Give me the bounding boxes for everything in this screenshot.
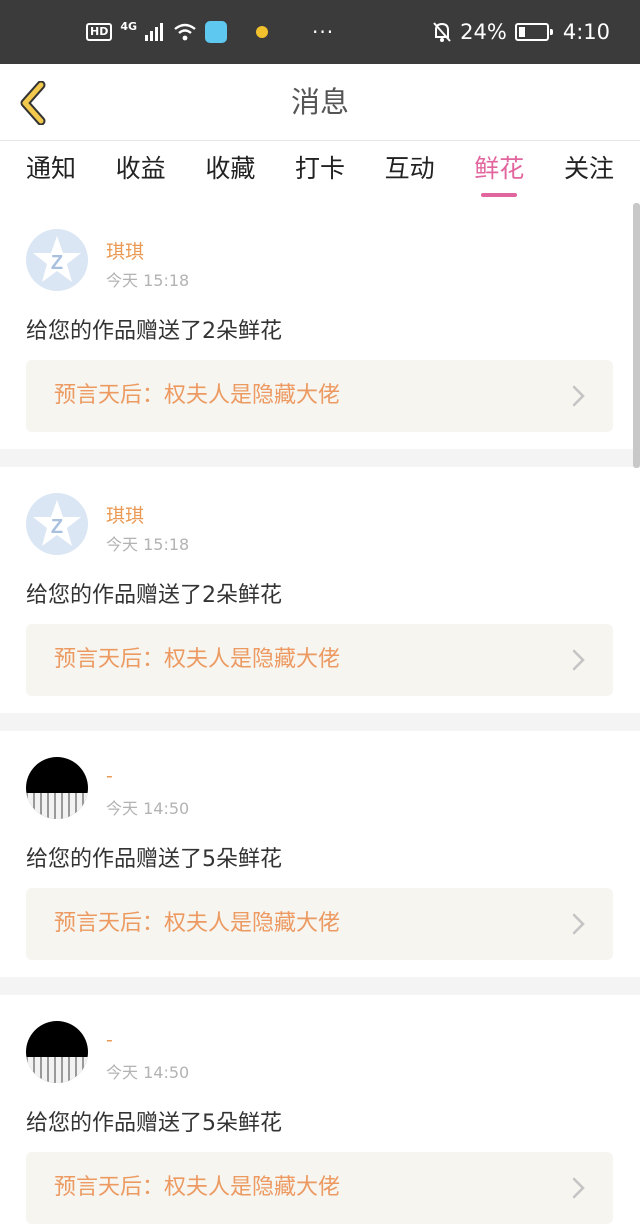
tab-bar: 通知 收益 收藏 打卡 互动 鲜花 关注 bbox=[0, 141, 640, 203]
work-link[interactable]: 预言天后：权夫人是隐藏大佬 bbox=[26, 1152, 613, 1224]
message-time: 今天 14:50 bbox=[106, 799, 190, 818]
signal-label: 4G bbox=[120, 20, 138, 33]
signal-icon bbox=[145, 23, 164, 41]
mute-bell-icon bbox=[433, 22, 451, 42]
avatar[interactable]: Z bbox=[26, 229, 88, 291]
tab-follow[interactable]: 关注 bbox=[564, 141, 614, 203]
nav-bar: 消息 bbox=[0, 64, 640, 141]
chevron-right-icon bbox=[572, 385, 585, 407]
bulb-icon bbox=[256, 0, 268, 64]
default-avatar-star-icon: Z bbox=[33, 236, 81, 282]
message-time: 今天 14:50 bbox=[106, 1063, 190, 1082]
page-title: 消息 bbox=[290, 85, 349, 119]
avatar[interactable]: Z bbox=[26, 493, 88, 555]
chevron-right-icon bbox=[572, 649, 585, 671]
message-card: - 今天 14:50 给您的作品赠送了5朵鲜花 预言天后：权夫人是隐藏大佬 bbox=[0, 995, 640, 1228]
message-text: 给您的作品赠送了5朵鲜花 bbox=[26, 1111, 282, 1136]
hd-badge: HD bbox=[86, 23, 113, 41]
user-name[interactable]: - bbox=[106, 765, 113, 787]
tab-favorites[interactable]: 收藏 bbox=[205, 141, 255, 203]
work-link[interactable]: 预言天后：权夫人是隐藏大佬 bbox=[26, 360, 613, 432]
message-card: - 今天 14:50 给您的作品赠送了5朵鲜花 预言天后：权夫人是隐藏大佬 bbox=[0, 731, 640, 977]
work-title: 预言天后：权夫人是隐藏大佬 bbox=[54, 647, 341, 672]
tab-flowers[interactable]: 鲜花 bbox=[474, 141, 524, 203]
chevron-right-icon bbox=[572, 913, 585, 935]
work-title: 预言天后：权夫人是隐藏大佬 bbox=[54, 911, 341, 936]
battery-icon bbox=[514, 23, 553, 41]
tab-interaction[interactable]: 互动 bbox=[385, 141, 435, 203]
avatar-photo-image bbox=[26, 793, 88, 819]
avatar[interactable] bbox=[26, 1021, 88, 1083]
status-left: HD 4G bbox=[86, 0, 228, 64]
clock: 4:10 bbox=[562, 20, 610, 44]
avatar-photo-image bbox=[26, 1057, 88, 1083]
app-notification-icon bbox=[205, 21, 228, 43]
message-card: Z 琪琪 今天 15:18 给您的作品赠送了2朵鲜花 预言天后：权夫人是隐藏大佬 bbox=[0, 203, 640, 449]
status-right: 24% 4:10 bbox=[432, 0, 610, 64]
tab-notice[interactable]: 通知 bbox=[26, 141, 76, 203]
battery-percent: 24% bbox=[460, 20, 507, 44]
work-title: 预言天后：权夫人是隐藏大佬 bbox=[54, 1175, 341, 1200]
work-title: 预言天后：权夫人是隐藏大佬 bbox=[54, 383, 341, 408]
status-bar: HD 4G ··· 24% 4:10 bbox=[0, 0, 640, 64]
svg-text:Z: Z bbox=[51, 516, 63, 538]
work-link[interactable]: 预言天后：权夫人是隐藏大佬 bbox=[26, 624, 613, 696]
more-notifications-icon: ··· bbox=[312, 20, 335, 44]
chevron-right-icon bbox=[572, 1177, 585, 1199]
svg-text:Z: Z bbox=[51, 252, 63, 274]
avatar[interactable] bbox=[26, 757, 88, 819]
work-link[interactable]: 预言天后：权夫人是隐藏大佬 bbox=[26, 888, 613, 960]
user-name[interactable]: 琪琪 bbox=[106, 501, 144, 528]
message-time: 今天 15:18 bbox=[106, 535, 190, 554]
message-text: 给您的作品赠送了2朵鲜花 bbox=[26, 319, 282, 344]
message-text: 给您的作品赠送了5朵鲜花 bbox=[26, 847, 282, 872]
tab-checkin[interactable]: 打卡 bbox=[295, 141, 345, 203]
message-card: Z 琪琪 今天 15:18 给您的作品赠送了2朵鲜花 预言天后：权夫人是隐藏大佬 bbox=[0, 467, 640, 713]
message-time: 今天 15:18 bbox=[106, 271, 190, 290]
message-list: Z 琪琪 今天 15:18 给您的作品赠送了2朵鲜花 预言天后：权夫人是隐藏大佬… bbox=[0, 203, 640, 1228]
wifi-icon bbox=[174, 23, 196, 41]
user-name[interactable]: 琪琪 bbox=[106, 237, 144, 264]
tab-earnings[interactable]: 收益 bbox=[116, 141, 166, 203]
user-name[interactable]: - bbox=[106, 1029, 113, 1051]
message-text: 给您的作品赠送了2朵鲜花 bbox=[26, 583, 282, 608]
scrollbar[interactable] bbox=[633, 203, 640, 468]
default-avatar-star-icon: Z bbox=[33, 500, 81, 546]
